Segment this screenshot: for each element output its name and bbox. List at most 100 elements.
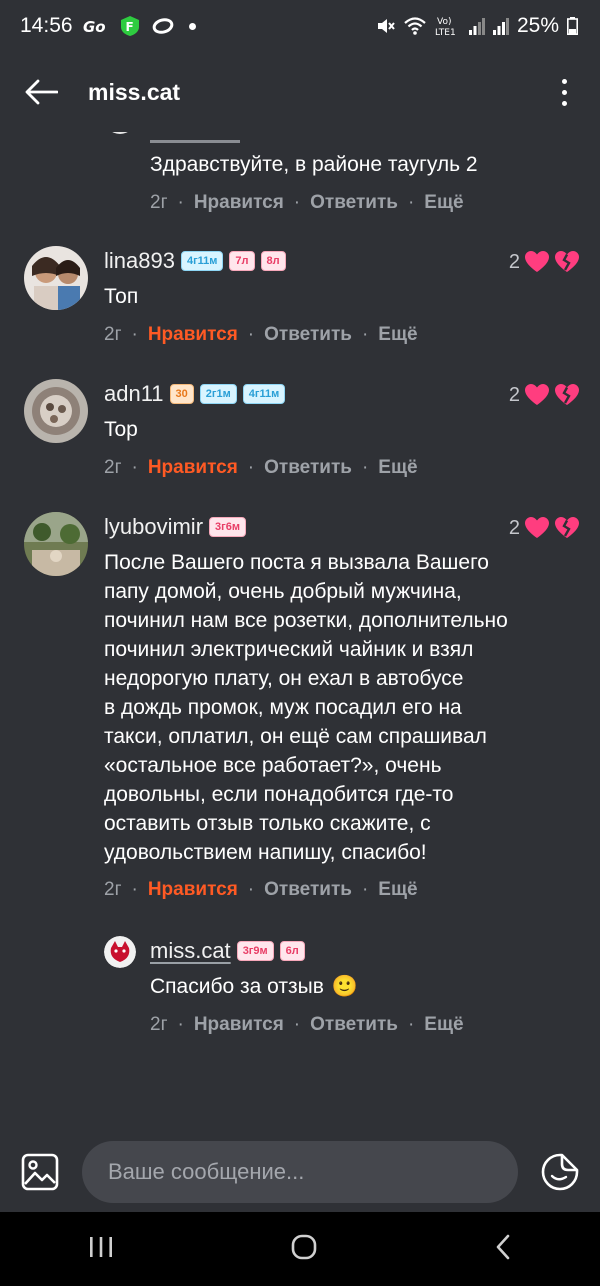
comment-header: miss.cat 3г9м 6л xyxy=(150,938,305,964)
user-badge: 6л xyxy=(279,941,305,961)
comment-age: 2г xyxy=(150,1014,168,1035)
comment-line: в дождь промок, муж посадил его на xyxy=(104,696,462,719)
heart-icon[interactable] xyxy=(524,383,550,407)
signal-2-icon xyxy=(492,17,509,35)
sticker-icon[interactable] xyxy=(540,1152,580,1192)
more-button[interactable]: Ещё xyxy=(424,1014,463,1036)
comment-actions: 2г · Нравится · Ответить · Ещё xyxy=(104,879,418,901)
message-composer: Ваше сообщение... xyxy=(0,1132,600,1212)
like-counter: 2 xyxy=(509,250,580,274)
back-arrow-icon[interactable] xyxy=(24,70,68,114)
recent-apps-icon[interactable] xyxy=(87,1235,115,1264)
comment-text: Спасибо за отзыв 🙂 xyxy=(150,972,358,1001)
comment-age: 2г xyxy=(150,192,168,213)
comment-actions: 2г · Нравится · Ответить · Ещё xyxy=(150,1014,464,1036)
signal-1-icon xyxy=(468,17,485,35)
smile-emoji-icon: 🙂 xyxy=(331,974,359,998)
like-count: 2 xyxy=(508,516,520,539)
comment-header: lyubovimir 3г6м xyxy=(104,514,246,540)
system-nav-bar xyxy=(0,1212,600,1286)
more-vertical-icon[interactable] xyxy=(552,78,576,106)
like-button[interactable]: Нравится xyxy=(194,1014,284,1036)
comment-line: починил электрический чайник и взял xyxy=(104,638,474,661)
more-button[interactable]: Ещё xyxy=(424,192,463,214)
app-notification-icon: Go xyxy=(83,17,109,35)
svg-text:F: F xyxy=(125,20,133,34)
username[interactable]: adn11 xyxy=(104,381,164,407)
back-nav-icon[interactable] xyxy=(493,1233,513,1266)
like-counter: 2 xyxy=(509,516,580,540)
comment-line: После Вашего поста я вызвала Вашего xyxy=(104,551,489,574)
username[interactable]: lyubovimir xyxy=(104,514,203,540)
more-notifications-icon xyxy=(188,22,196,30)
heart-icon[interactable] xyxy=(524,250,550,274)
comment-actions: 2г · Нравится · Ответить · Ещё xyxy=(104,457,418,479)
home-icon[interactable] xyxy=(290,1233,318,1266)
broken-heart-icon[interactable] xyxy=(554,250,580,274)
comment-line: починил нам все розетки, дополнительно xyxy=(104,609,508,632)
comment-line: «остальное все работает?», очень xyxy=(104,754,442,777)
comment-text: Топ xyxy=(104,285,139,308)
volte-icon: Vo) LTE1 xyxy=(435,15,461,37)
user-badge: 30 xyxy=(169,384,194,404)
avatar[interactable] xyxy=(104,936,136,968)
comment-item: lina893 4г11м 7л 8л 2 Топ 2г · Нравится … xyxy=(0,242,600,367)
broken-heart-icon[interactable] xyxy=(554,383,580,407)
more-button[interactable]: Ещё xyxy=(378,879,417,901)
reply-button[interactable]: Ответить xyxy=(264,457,352,479)
message-input[interactable]: Ваше сообщение... xyxy=(82,1141,518,1203)
status-bar: 14:56 Go F Vo) LTE1 25% xyxy=(0,0,600,52)
reply-button[interactable]: Ответить xyxy=(310,192,398,214)
comment-actions: 2г · Нравится · Ответить · Ещё xyxy=(104,324,418,346)
comment-text: Top xyxy=(104,418,138,441)
avatar[interactable] xyxy=(24,246,88,310)
reply-button[interactable]: Ответить xyxy=(264,324,352,346)
heart-icon[interactable] xyxy=(524,516,550,540)
comment-line: папу домой, очень добрый мужчина, xyxy=(104,580,462,603)
username[interactable]: miss.cat xyxy=(150,938,231,964)
svg-text:LTE1: LTE1 xyxy=(435,28,456,37)
reply-button[interactable]: Ответить xyxy=(264,879,352,901)
page-title: miss.cat xyxy=(88,78,181,105)
mute-icon xyxy=(375,16,395,36)
more-button[interactable]: Ещё xyxy=(378,457,417,479)
user-badge: 2г1м xyxy=(199,384,237,404)
like-count: 2 xyxy=(508,383,520,406)
more-button[interactable]: Ещё xyxy=(378,324,417,346)
battery-percent: 25% xyxy=(516,14,559,37)
comments-list: Здравствуйте, в районе таугуль 2 2г · Нр… xyxy=(0,132,600,1132)
like-button[interactable]: Нравится xyxy=(194,192,284,214)
comment-header: lina893 4г11м 7л 8л xyxy=(104,248,286,274)
user-badge: 4г11м xyxy=(180,251,224,271)
username[interactable]: lina893 xyxy=(104,248,175,274)
image-attach-icon[interactable] xyxy=(20,1152,60,1192)
reply-avatar-partial xyxy=(104,132,136,134)
like-button[interactable]: Нравится xyxy=(148,457,238,479)
user-badge: 7л xyxy=(229,251,255,271)
reply-item: miss.cat 3г9м 6л Спасибо за отзыв 🙂 2г ·… xyxy=(0,932,600,1042)
comment-line: недорогую плату, он ехал в автобусе xyxy=(104,667,464,690)
avatar[interactable] xyxy=(24,379,88,443)
reply-button[interactable]: Ответить xyxy=(310,1014,398,1036)
like-count: 2 xyxy=(508,250,520,273)
app-bar: miss.cat xyxy=(0,52,600,132)
comment-text: Здравствуйте, в районе таугуль 2 xyxy=(150,153,478,176)
like-button[interactable]: Нравится xyxy=(148,879,238,901)
broken-heart-icon[interactable] xyxy=(554,516,580,540)
status-time: 14:56 xyxy=(20,14,73,37)
comment-item: adn11 30 2г1м 4г11м 2 Top 2г · Нравится … xyxy=(0,375,600,500)
user-badge: 3г6м xyxy=(209,517,246,537)
wifi-icon xyxy=(403,16,427,36)
comment-text: После Вашего поста я вызвала Вашего папу… xyxy=(104,548,584,867)
comment-line: довольны, если понадобится где-то xyxy=(104,783,454,806)
like-button[interactable]: Нравится xyxy=(148,324,238,346)
f-app-icon: F xyxy=(119,15,141,37)
battery-icon xyxy=(567,17,578,35)
comment-line: такси, оплатил, он ещё сам спрашивал xyxy=(104,725,487,748)
like-counter: 2 xyxy=(509,383,580,407)
comment-header: adn11 30 2г1м 4г11м xyxy=(104,381,286,407)
username-underline xyxy=(150,140,240,143)
user-badge: 4г11м xyxy=(242,384,286,404)
avatar[interactable] xyxy=(24,512,88,576)
comment-item: Здравствуйте, в районе таугуль 2 2г · Нр… xyxy=(0,132,600,227)
